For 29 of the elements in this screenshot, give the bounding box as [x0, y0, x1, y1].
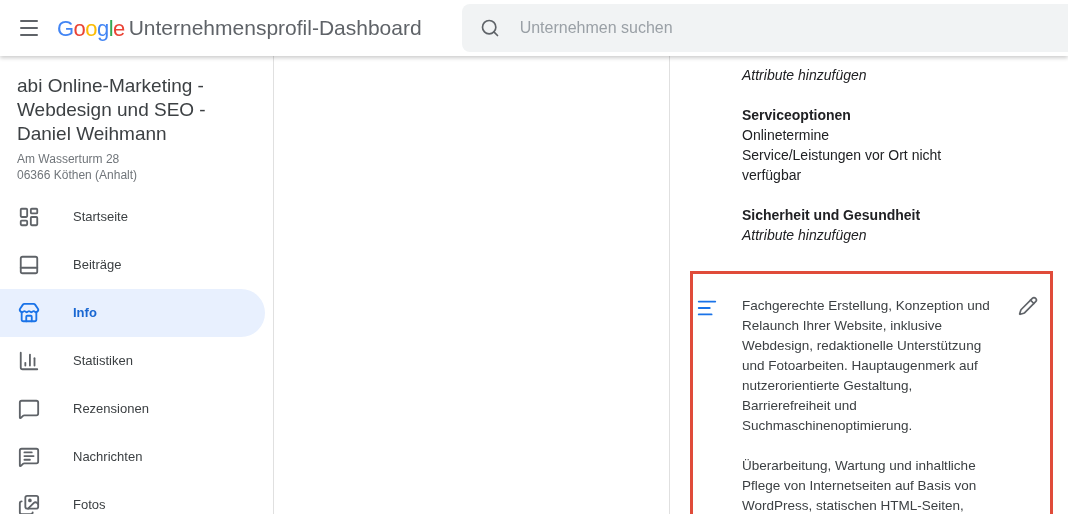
message-icon: [18, 446, 40, 468]
edit-icon[interactable]: [1018, 296, 1038, 316]
attribute-value: Service/Leistungen vor Ort nicht verfügbar: [742, 146, 943, 185]
address-line: Am Wasserturm 28: [17, 151, 121, 167]
description-text: Überarbeitung, Wartung und inhaltliche Pflege von Internetseiten auf Basis von WordPress, statischen HTML-Seiten,: [742, 457, 978, 514]
sidebar-item[interactable]: Beiträge: [0, 241, 265, 289]
sidebar-item[interactable]: Rezensionen: [0, 385, 265, 433]
bar-chart-icon: [18, 350, 40, 372]
sidebar-item[interactable]: Nachrichten: [0, 433, 265, 481]
app-title: Unternehmensprofil-Dashboard: [128, 15, 422, 42]
add-attribute-link[interactable]: Attribute hinzufügen: [742, 65, 972, 85]
google-logo: Google: [57, 14, 125, 43]
attribute-title: Sicherheit und Gesundheit: [742, 206, 922, 225]
description-text: Fachgerechte Erstellung, Konzeption und Relaunch Ihrer Website, inklusive Webdesign, redaktionelle Unterstützung und Fotoarbeiten. Hauptaugenmerk auf nutzerorientierte Gestaltung, Barrierefreiheit und Suchmaschinenoptimierung.: [742, 297, 991, 435]
store-icon: [18, 302, 40, 324]
review-icon: [18, 398, 40, 420]
sidebar-item[interactable]: Info: [0, 289, 265, 337]
add-attribute-link[interactable]: Attribute hinzufügen: [742, 225, 972, 245]
address-line: 06366 Köthen (Anhalt): [17, 167, 139, 183]
business-name: abi Online-Marketing - Webdesign und SEO - Daniel Weihmann: [17, 74, 207, 146]
photos-icon: [18, 494, 40, 514]
search-icon: [479, 18, 500, 38]
attribute-title: Serviceoptionen: [742, 106, 852, 125]
sidebar-item[interactable]: Statistiken: [0, 337, 265, 385]
sidebar-item[interactable]: Fotos: [0, 481, 265, 514]
post-icon: [18, 254, 40, 276]
attribute-value: Onlinetermine: [742, 126, 831, 145]
dashboard-icon: [18, 206, 40, 228]
sidebar-item[interactable]: Startseite: [0, 193, 265, 241]
